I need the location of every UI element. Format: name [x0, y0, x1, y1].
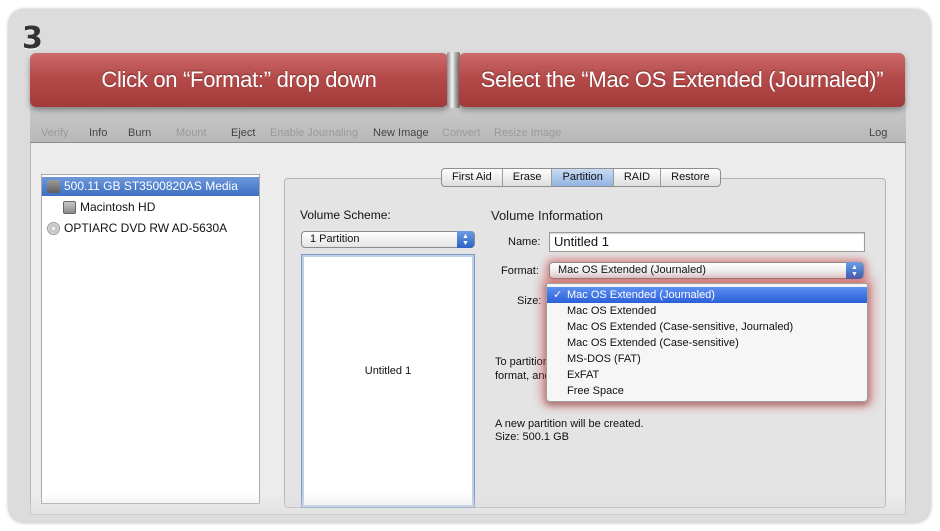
format-value: Mac OS Extended (Journaled): [558, 264, 706, 276]
format-label: Format:: [501, 265, 539, 277]
format-option-label: Mac OS Extended (Journaled): [567, 289, 715, 301]
step-number: 3: [22, 21, 43, 56]
toolbar-new-image[interactable]: New Image: [373, 127, 429, 139]
instruction-banner-right: Select the “Mac OS Extended (Journaled)”: [459, 53, 905, 107]
partition-label: Untitled 1: [364, 365, 412, 377]
popup-arrows-icon: ▲ ▼: [457, 231, 474, 248]
sidebar-item-disk[interactable]: 500.11 GB ST3500820AS Media: [42, 177, 259, 196]
sidebar-item-macintosh-hd[interactable]: Macintosh HD: [42, 198, 259, 217]
toolbar-verify[interactable]: Verify: [41, 127, 69, 139]
format-option[interactable]: Mac OS Extended (Case-sensitive, Journal…: [547, 319, 867, 335]
tab-erase[interactable]: Erase: [503, 169, 553, 186]
tab-bar: First Aid Erase Partition RAID Restore: [441, 168, 721, 187]
sidebar-item-label: OPTIARC DVD RW AD-5630A: [64, 221, 228, 235]
sidebar-item-dvd[interactable]: OPTIARC DVD RW AD-5630A: [42, 219, 259, 238]
status-text-line1: A new partition will be created.: [495, 418, 644, 430]
instruction-banner-left: Click on “Format:” drop down: [30, 53, 448, 107]
size-label: Size:: [517, 295, 542, 307]
sidebar-item-label: Macintosh HD: [80, 200, 156, 214]
volume-scheme-value: 1 Partition: [310, 233, 360, 245]
toolbar-info[interactable]: Info: [89, 127, 107, 139]
volume-icon: [63, 201, 76, 214]
sidebar-item-label: 500.11 GB ST3500820AS Media: [64, 179, 238, 193]
format-option[interactable]: ✓ Mac OS Extended (Journaled): [547, 287, 867, 303]
volume-info-heading: Volume Information: [491, 208, 604, 223]
toolbar-log[interactable]: Log: [869, 127, 887, 139]
volume-scheme-label: Volume Scheme:: [300, 208, 391, 222]
popup-arrows-icon: ▲ ▼: [846, 262, 863, 279]
status-text-line2: Size: 500.1 GB: [495, 431, 569, 443]
hint-text-line1: To partition: [495, 356, 549, 368]
toolbar-mount[interactable]: Mount: [176, 127, 207, 139]
toolbar-convert[interactable]: Convert: [442, 127, 481, 139]
checkmark-icon: ✓: [553, 289, 563, 301]
tab-restore[interactable]: Restore: [661, 169, 720, 186]
tab-partition[interactable]: Partition: [552, 169, 614, 186]
bottom-fade: [8, 493, 931, 523]
toolbar-eject[interactable]: Eject: [231, 127, 255, 139]
format-option[interactable]: Mac OS Extended: [547, 303, 867, 319]
partition-layout[interactable]: Untitled 1: [301, 254, 475, 508]
hint-text-line2: format, and: [495, 370, 551, 382]
tab-first-aid[interactable]: First Aid: [442, 169, 503, 186]
format-option[interactable]: Mac OS Extended (Case-sensitive): [547, 335, 867, 351]
name-field[interactable]: Untitled 1: [549, 232, 865, 252]
tab-raid[interactable]: RAID: [614, 169, 662, 186]
volume-scheme-popup[interactable]: 1 Partition ▲ ▼: [301, 231, 475, 248]
format-option[interactable]: MS-DOS (FAT): [547, 351, 867, 367]
toolbar-resize-image[interactable]: Resize Image: [494, 127, 561, 139]
hard-disk-icon: [47, 180, 60, 193]
toolbar-burn[interactable]: Burn: [128, 127, 151, 139]
format-popup[interactable]: Mac OS Extended (Journaled) ▲ ▼: [549, 262, 864, 279]
format-option[interactable]: Free Space: [547, 383, 867, 399]
format-dropdown-menu: ✓ Mac OS Extended (Journaled) Mac OS Ext…: [546, 283, 868, 402]
toolbar-enable-journaling[interactable]: Enable Journaling: [270, 127, 358, 139]
name-label: Name:: [508, 236, 541, 248]
format-option[interactable]: ExFAT: [547, 367, 867, 383]
dvd-drive-icon: [47, 222, 60, 235]
disk-sidebar: 500.11 GB ST3500820AS Media Macintosh HD…: [41, 174, 260, 504]
